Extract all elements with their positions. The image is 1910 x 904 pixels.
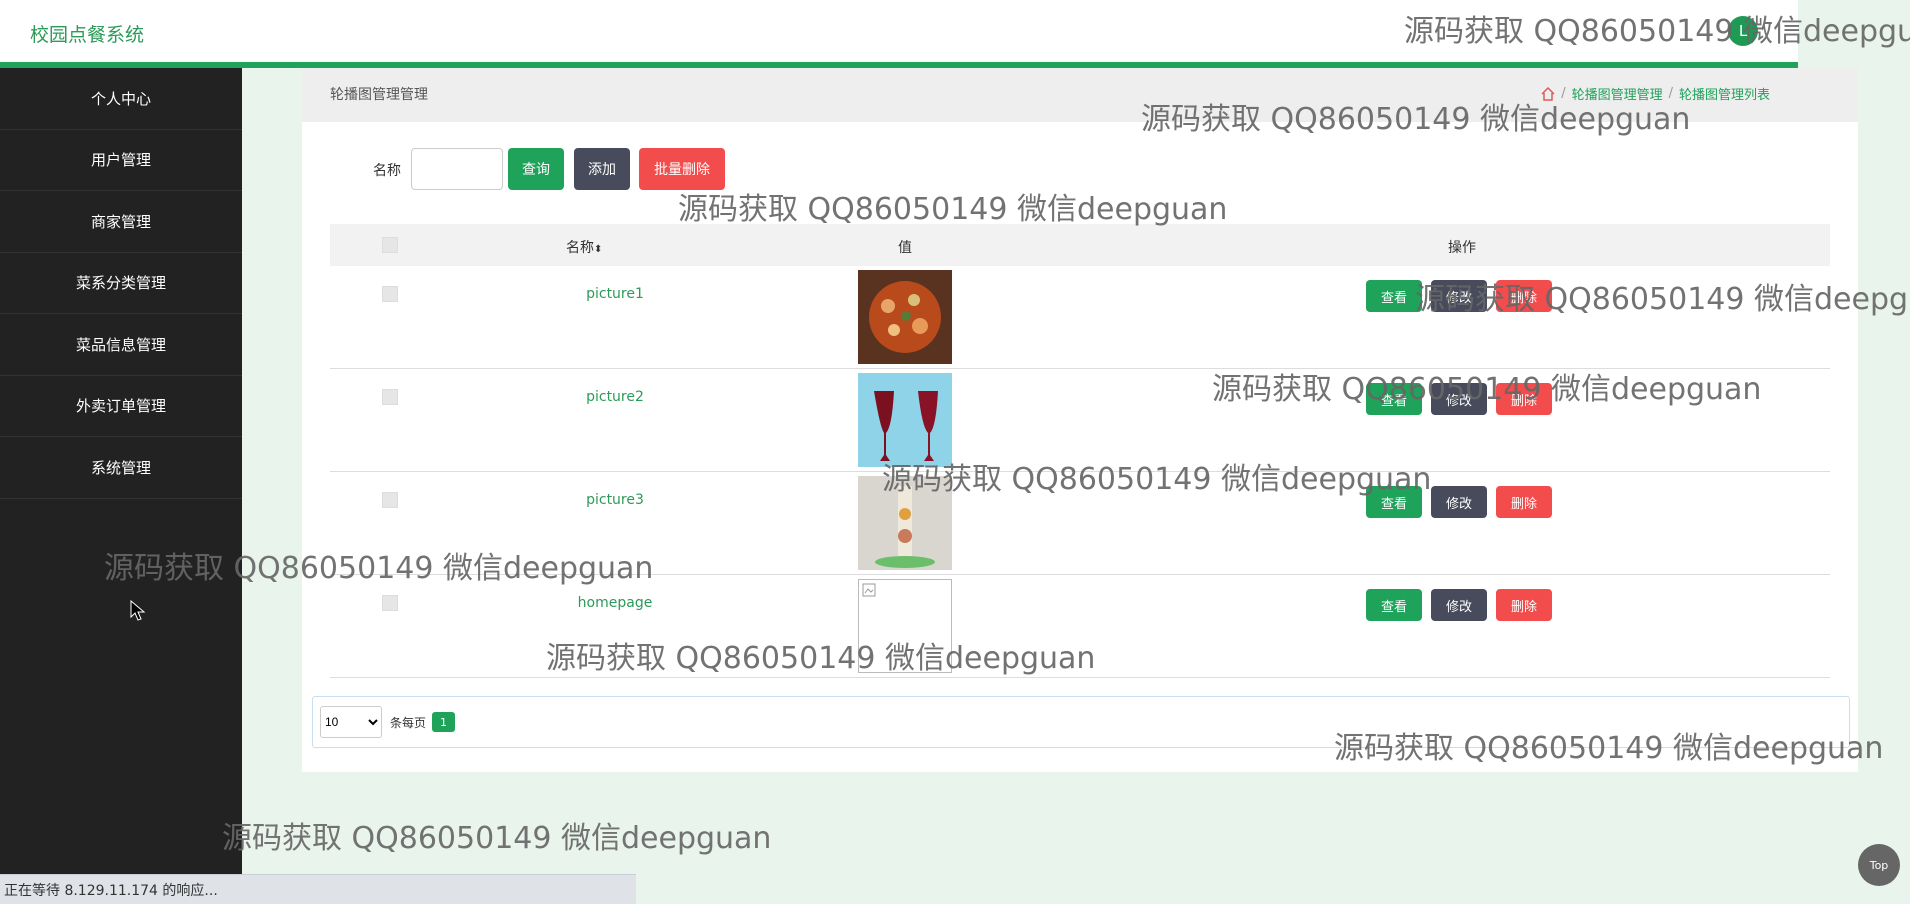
per-page-label: 条每页 xyxy=(390,716,427,730)
sidebar-item-personal-center[interactable]: 个人中心 xyxy=(0,68,242,130)
name-filter-label: 名称 xyxy=(373,163,401,179)
page-number-current[interactable]: 1 xyxy=(432,712,455,732)
watermark-text: 源码获取 QQ86050149 微信deepguan xyxy=(1334,731,1884,766)
search-button[interactable]: 查询 xyxy=(508,148,564,190)
view-button[interactable]: 查看 xyxy=(1366,280,1422,312)
watermark-text: 源码获取 QQ86050149 微信deepguan xyxy=(546,641,1096,676)
row-checkbox[interactable] xyxy=(382,389,398,405)
row-checkbox[interactable] xyxy=(382,492,398,508)
browser-status-bar: 正在等待 8.129.11.174 的响应... xyxy=(0,874,636,904)
sidebar-item-system-management[interactable]: 系统管理 xyxy=(0,437,242,499)
watermark-text: 源码获取 QQ86050149 微信deepguan xyxy=(1415,282,1910,317)
view-button[interactable]: 查看 xyxy=(1366,589,1422,621)
watermark-text: 源码获取 QQ86050149 微信deepguan xyxy=(104,551,654,586)
sidebar-item-cuisine-category[interactable]: 菜系分类管理 xyxy=(0,253,242,314)
sidebar-item-dish-info[interactable]: 菜品信息管理 xyxy=(0,314,242,376)
watermark-text: 源码获取 QQ86050149 微信deepguan xyxy=(222,821,772,856)
sidebar: 个人中心 用户管理 商家管理 菜系分类管理 菜品信息管理 外卖订单管理 系统管理 xyxy=(0,68,242,904)
column-header-actions: 操作 xyxy=(1448,240,1476,256)
table-header: 名称⬍ 值 操作 xyxy=(330,224,1830,266)
delete-button[interactable]: 删除 xyxy=(1496,486,1552,518)
column-header-name-label: 名称 xyxy=(566,240,594,256)
page-size-select[interactable]: 10 xyxy=(320,706,382,738)
breadcrumb-item-list: 轮播图管理列表 xyxy=(1678,88,1770,103)
row-name: picture3 xyxy=(586,492,644,508)
row-name: picture1 xyxy=(586,286,644,302)
watermark-text: 源码获取 QQ86050149 微信deepguan xyxy=(1141,102,1691,137)
column-header-name[interactable]: 名称⬍ xyxy=(566,237,602,257)
sidebar-item-user-management[interactable]: 用户管理 xyxy=(0,130,242,191)
sidebar-item-takeout-orders[interactable]: 外卖订单管理 xyxy=(0,376,242,437)
watermark-text: 源码获取 QQ86050149 微信deepguan xyxy=(1404,14,1910,49)
row-thumbnail-wine-glasses[interactable] xyxy=(858,373,952,467)
watermark-text: 源码获取 QQ86050149 微信deepguan xyxy=(882,462,1432,497)
sidebar-item-merchant-management[interactable]: 商家管理 xyxy=(0,191,242,253)
mouse-cursor-icon xyxy=(130,599,146,622)
back-to-top-button[interactable]: Top xyxy=(1858,844,1900,886)
row-actions: 查看 修改 删除 xyxy=(1366,589,1552,621)
row-thumbnail-food-dish[interactable] xyxy=(858,270,952,364)
select-all-checkbox[interactable] xyxy=(382,237,398,253)
delete-button[interactable]: 删除 xyxy=(1496,589,1552,621)
row-name: picture2 xyxy=(586,389,644,405)
column-header-value: 值 xyxy=(898,240,912,256)
watermark-text: 源码获取 QQ86050149 微信deepguan xyxy=(1212,372,1762,407)
watermark-text: 源码获取 QQ86050149 微信deepguan xyxy=(678,192,1228,227)
sort-icon[interactable]: ⬍ xyxy=(594,244,602,255)
edit-button[interactable]: 修改 xyxy=(1431,589,1487,621)
row-name: homepage xyxy=(577,595,653,611)
row-checkbox[interactable] xyxy=(382,286,398,302)
page-title: 轮播图管理管理 xyxy=(330,87,428,103)
add-button[interactable]: 添加 xyxy=(574,148,630,190)
row-checkbox[interactable] xyxy=(382,595,398,611)
app-title: 校园点餐系统 xyxy=(30,24,145,46)
name-filter-input[interactable] xyxy=(411,148,503,190)
edit-button[interactable]: 修改 xyxy=(1431,486,1487,518)
